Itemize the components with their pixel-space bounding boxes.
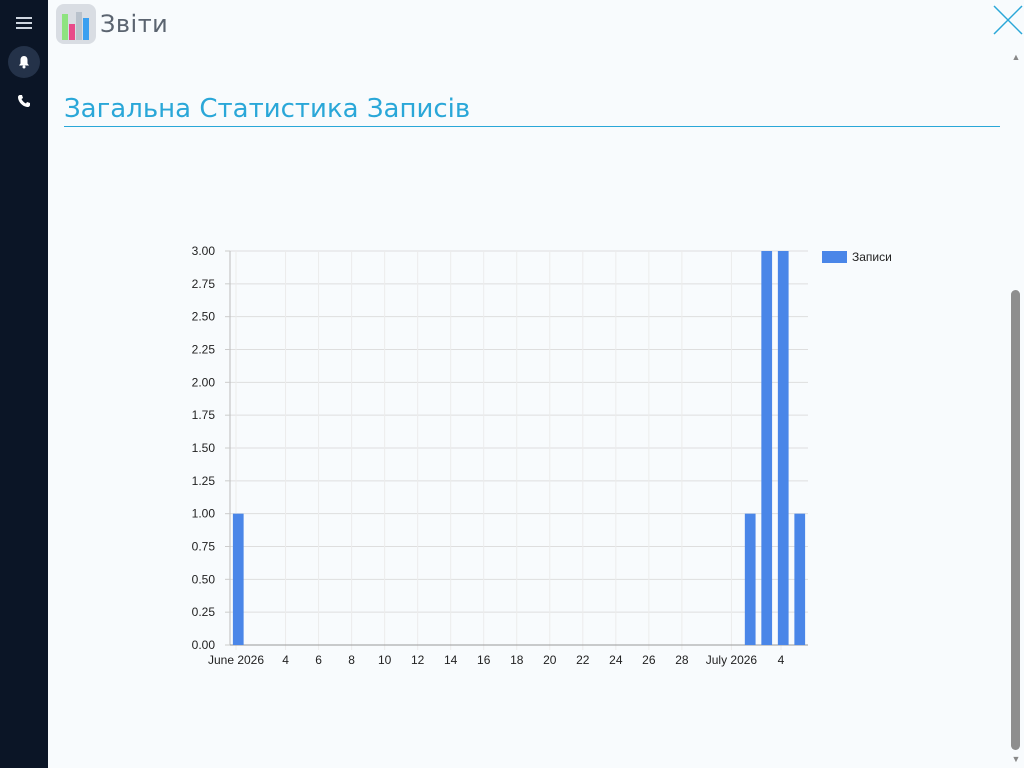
- scrollbar-thumb[interactable]: [1011, 290, 1020, 750]
- y-tick-label: 0.00: [192, 638, 216, 652]
- y-tick-label: 1.25: [192, 474, 216, 488]
- y-tick-label: 1.00: [192, 507, 216, 521]
- y-tick-label: 1.75: [192, 408, 216, 422]
- scrollbar[interactable]: ▲ ▼: [1010, 50, 1022, 768]
- y-tick-label: 3.00: [192, 244, 216, 258]
- scroll-up-icon[interactable]: ▲: [1011, 52, 1021, 62]
- legend-swatch: [822, 251, 847, 263]
- bar: [794, 513, 806, 645]
- y-tick-label: 2.25: [192, 343, 216, 357]
- x-tick-label: 4: [282, 653, 289, 667]
- y-axis-ticks: 0.00 0.25 0.50 0.75 1.00 1.25 1.50 1.75 2.00 2.25…: [192, 244, 230, 652]
- x-tick-label: 4: [778, 653, 785, 667]
- x-tick-label: 18: [510, 653, 524, 667]
- x-tick-label: 14: [444, 653, 458, 667]
- x-tick-label: 24: [609, 653, 623, 667]
- y-tick-label: 2.50: [192, 310, 216, 324]
- records-bar-chart: 0.00 0.25 0.50 0.75 1.00 1.25 1.50 1.75 2.00 2.25…: [192, 244, 892, 667]
- y-tick-label: 1.50: [192, 441, 216, 455]
- legend-label: Записи: [852, 250, 892, 264]
- x-tick-label: 10: [378, 653, 392, 667]
- x-tick-label: 6: [315, 653, 322, 667]
- chart-legend: Записи: [822, 250, 892, 264]
- x-tick-label: 22: [576, 653, 590, 667]
- x-tick-label: 16: [477, 653, 491, 667]
- y-tick-label: 0.75: [192, 540, 216, 554]
- x-tick-label: July 2026: [706, 653, 758, 667]
- bar: [761, 251, 773, 645]
- x-tick-label: 8: [348, 653, 355, 667]
- x-tick-label: 12: [411, 653, 425, 667]
- bar: [777, 251, 789, 645]
- scroll-down-icon[interactable]: ▼: [1011, 754, 1021, 764]
- y-tick-label: 0.50: [192, 572, 216, 586]
- y-tick-label: 2.75: [192, 277, 216, 291]
- y-tick-label: 2.00: [192, 375, 216, 389]
- x-tick-label: 20: [543, 653, 557, 667]
- x-tick-label: 26: [642, 653, 656, 667]
- x-tick-label: June 2026: [208, 653, 264, 667]
- y-tick-label: 0.25: [192, 605, 216, 619]
- x-tick-label: 28: [675, 653, 689, 667]
- bar: [744, 513, 756, 645]
- chart-grid: [229, 250, 808, 650]
- bar: [232, 513, 244, 645]
- x-axis-ticks: June 2026 4 6 8 10 12 14 16 18 20 22 24 26 28 July 202…: [208, 653, 785, 667]
